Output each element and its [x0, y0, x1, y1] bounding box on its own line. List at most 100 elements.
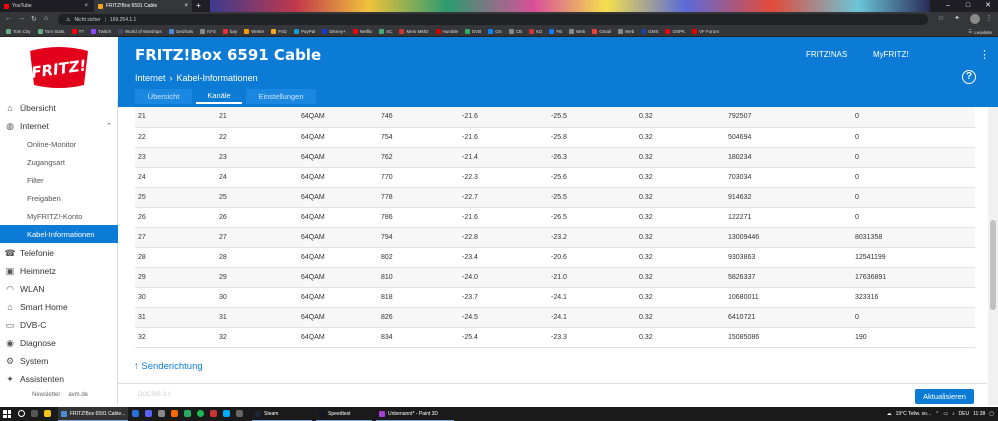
bookmark[interactable]: VF Forum — [691, 29, 719, 34]
sidebar-item-heimnetz[interactable]: ▣ Heimnetz — [0, 262, 118, 280]
menu-icon[interactable]: ⋮ — [984, 14, 994, 24]
taskbar-icon[interactable] — [223, 410, 230, 417]
bookmark[interactable]: Mein MMO — [399, 29, 429, 34]
close-tab-icon[interactable]: × — [84, 3, 88, 9]
fritz-logo[interactable]: FRITZ! — [26, 45, 92, 89]
taskbar-icon[interactable] — [171, 410, 178, 417]
avm-link[interactable]: avm.de — [68, 392, 88, 398]
help-icon[interactable]: ? — [962, 70, 976, 84]
explorer-icon[interactable] — [44, 410, 51, 417]
bookmark[interactable]: Tom Stats — [37, 29, 65, 34]
sidebar-item-zugangsart[interactable]: Zugangsart — [0, 153, 118, 171]
breadcrumb-internet[interactable]: Internet — [135, 73, 166, 83]
home-icon[interactable]: ⌂ — [44, 15, 48, 22]
bookmark[interactable]: Disney+ — [322, 29, 346, 34]
sidebar-item-internet[interactable]: ◍ Internet ⌃ — [0, 117, 118, 135]
bookmark[interactable]: bay — [222, 29, 237, 34]
sidebar-item-freigaben[interactable]: Freigaben — [0, 189, 118, 207]
bookmark[interactable]: Netflix — [352, 29, 372, 34]
taskbar-icon[interactable] — [236, 410, 243, 417]
network-tray-icon[interactable]: ▭ — [943, 411, 948, 417]
bookmark[interactable]: GMX — [641, 29, 658, 34]
reading-list[interactable]: ☰ Leseliste — [968, 27, 992, 37]
bookmark[interactable]: PayPal — [294, 29, 315, 34]
bookmark[interactable]: FB — [549, 29, 562, 34]
bookmark[interactable]: Web — [618, 29, 634, 34]
new-tab-icon[interactable]: + — [194, 1, 203, 10]
discord-icon[interactable] — [145, 410, 152, 417]
sidebar-item-wlan[interactable]: ◠ WLAN — [0, 280, 118, 298]
maximize-icon[interactable]: □ — [958, 0, 978, 12]
bookmark[interactable]: Twitch — [91, 29, 111, 34]
reload-icon[interactable]: ↻ — [31, 15, 37, 23]
close-tab-icon[interactable]: × — [184, 3, 188, 9]
bookmark[interactable]: OSPK — [665, 29, 685, 34]
sidebar-item-uebersicht[interactable]: ⌂ Übersicht — [0, 99, 118, 117]
bookmark[interactable]: Web — [569, 29, 585, 34]
bookmark[interactable]: Geizhals — [168, 29, 193, 34]
tab-uebersicht[interactable]: Übersicht — [135, 89, 192, 104]
clock[interactable]: 11:38 — [973, 411, 985, 417]
bookmark[interactable]: KFS — [200, 29, 216, 34]
weather-text[interactable]: 19°C Teilw. so... — [896, 411, 932, 417]
senderichtung-link[interactable]: ↑ Senderichtung — [134, 361, 203, 372]
browser-tab-youtube[interactable]: YouTube × — [0, 0, 92, 12]
bookmark[interactable]: Fritz — [271, 29, 287, 34]
taskbar-icon[interactable] — [210, 410, 217, 417]
bookmark[interactable]: Humble — [435, 29, 458, 34]
tab-kanaele[interactable]: Kanäle — [196, 89, 242, 104]
scrollbar-thumb[interactable] — [990, 220, 996, 310]
tab-einstellungen[interactable]: Einstellungen — [246, 89, 316, 104]
language-indicator[interactable]: DEU — [959, 411, 970, 417]
url-field[interactable]: ⚠ Nicht sicher | 169.254.1.1 — [58, 14, 928, 25]
taskview-icon[interactable] — [31, 410, 38, 417]
sidebar-item-filter[interactable]: Filter — [0, 171, 118, 189]
sidebar-item-kabel-informationen[interactable]: Kabel-Informationen — [0, 225, 118, 243]
minimize-icon[interactable]: – — [938, 0, 958, 12]
taskbar-app-browser[interactable]: FRITZ!Box 6591 Cable... — [58, 407, 128, 421]
extensions-icon[interactable]: ✦ — [952, 14, 962, 24]
more-menu-icon[interactable]: ⋮ — [979, 48, 990, 61]
tray-arrow-icon[interactable]: ⌃ — [935, 411, 939, 417]
windows-start-icon[interactable] — [3, 410, 11, 418]
taskbar-app-paint3d[interactable]: Unbenannt* - Paint 3D — [376, 407, 454, 421]
myfritz-link[interactable]: MyFRITZ! — [873, 50, 909, 59]
chevron-up-icon[interactable]: ⌃ — [106, 122, 112, 130]
spotify-icon[interactable] — [197, 410, 204, 417]
search-icon[interactable] — [18, 410, 25, 417]
sidebar-item-telefonie[interactable]: ☎ Telefonie — [0, 244, 118, 262]
taskbar-app-speedtest[interactable]: Speedtest — [316, 407, 372, 421]
bookmark[interactable]: Tom City — [6, 29, 31, 34]
volume-icon[interactable]: ♪ — [952, 411, 955, 417]
bookmark[interactable]: CB — [508, 29, 522, 34]
sidebar-item-myfritz-konto[interactable]: MyFRITZ!-Konto — [0, 207, 118, 225]
bookmark[interactable]: KD — [529, 29, 542, 34]
forward-icon[interactable]: → — [18, 15, 25, 22]
back-icon[interactable]: ← — [5, 15, 12, 22]
refresh-button[interactable]: Aktualisieren — [915, 389, 974, 404]
star-icon[interactable]: ☆ — [936, 14, 946, 24]
sidebar-item-dvbc[interactable]: ▭ DVB-C — [0, 316, 118, 334]
bookmark[interactable]: SC — [379, 29, 392, 34]
taskbar-app-steam[interactable]: Steam — [252, 407, 312, 421]
bookmark[interactable]: World of Warships — [118, 29, 162, 34]
taskbar-icon[interactable] — [132, 410, 139, 417]
close-window-icon[interactable]: ✕ — [978, 0, 998, 12]
taskbar-icon[interactable] — [158, 410, 165, 417]
bookmark[interactable]: DVB — [465, 29, 481, 34]
sidebar-item-assistenten[interactable]: ✦ Assistenten — [0, 370, 118, 388]
taskbar-icon[interactable] — [184, 410, 191, 417]
fritznas-link[interactable]: FRITZ!NAS — [806, 50, 847, 59]
bookmark[interactable]: YT — [71, 29, 84, 34]
sidebar-item-online-monitor[interactable]: Online-Monitor — [0, 135, 118, 153]
browser-tab-fritzbox[interactable]: FRITZ!Box 6591 Cable × — [94, 0, 192, 12]
sidebar-item-diagnose[interactable]: ◉ Diagnose — [0, 334, 118, 352]
newsletter-link[interactable]: Newsletter — [32, 392, 60, 398]
sidebar-item-smarthome[interactable]: ⌂ Smart Home — [0, 298, 118, 316]
bookmark[interactable]: GS — [488, 29, 502, 34]
avatar[interactable] — [970, 14, 980, 24]
notifications-icon[interactable]: ▢ — [989, 411, 994, 417]
sidebar-item-system[interactable]: ⚙ System — [0, 352, 118, 370]
bookmark[interactable]: Gmail — [592, 29, 611, 34]
bookmark[interactable]: Wetter — [244, 29, 264, 34]
